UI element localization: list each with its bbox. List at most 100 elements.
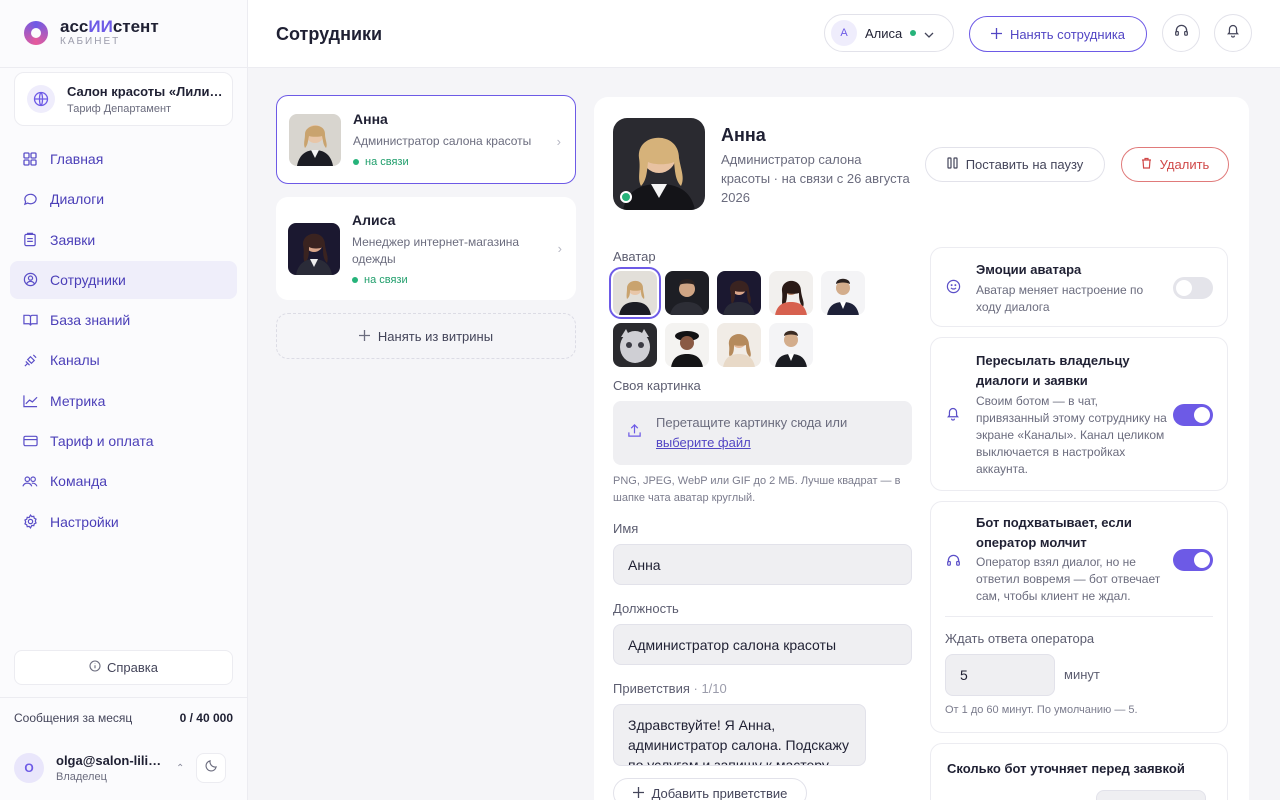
greeting-textarea[interactable]: Здравствуйте! Я Анна, администратор сало… xyxy=(613,704,866,766)
employee-role: Администратор салона красоты xyxy=(353,134,532,148)
setting-pickup: Бот подхватывает, если оператор молчит О… xyxy=(930,501,1228,733)
upload-hint: PNG, JPEG, WebP или GIF до 2 МБ. Лучше к… xyxy=(613,475,901,504)
gear-icon xyxy=(22,514,38,530)
brand-name: ассИИстент xyxy=(60,17,159,36)
brand-logo[interactable]: ассИИстент КАБИНЕТ xyxy=(24,18,159,48)
avatar-option[interactable] xyxy=(665,271,709,315)
chat-icon xyxy=(22,191,38,207)
nav-item-team[interactable]: Команда xyxy=(10,462,237,500)
help-button[interactable]: Справка xyxy=(14,650,233,685)
delete-button[interactable]: Удалить xyxy=(1121,147,1229,182)
theme-toggle-button[interactable] xyxy=(196,753,227,783)
emotions-toggle[interactable] xyxy=(1173,277,1213,299)
greetings-label: Приветствия · 1/10 xyxy=(613,681,727,696)
nav-item-requests[interactable]: Заявки xyxy=(10,221,237,259)
employee-name: Анна xyxy=(353,111,388,127)
setting-desc: Оператор взял диалог, но не ответил вовр… xyxy=(976,555,1161,603)
agent-avatar: А xyxy=(831,20,857,46)
employee-subtitle: Администратор салона красоты · на связи … xyxy=(721,152,910,205)
forward-toggle[interactable] xyxy=(1173,404,1213,426)
avatar-option[interactable] xyxy=(821,271,865,315)
employee-card-anna[interactable]: Анна Администратор салона красоты на свя… xyxy=(276,95,576,184)
page-title: Сотрудники xyxy=(276,24,383,44)
avatar-option[interactable] xyxy=(613,323,657,367)
agent-switcher[interactable]: А Алиса xyxy=(824,14,954,52)
image-dropzone[interactable]: Перетащите картинку сюда или выберите фа… xyxy=(613,401,912,465)
clarify-input[interactable] xyxy=(1096,790,1206,800)
upload-icon xyxy=(627,423,642,443)
divider xyxy=(0,697,248,698)
user-role: Владелец xyxy=(56,771,107,783)
wait-hint: От 1 до 60 минут. По умолчанию — 5. xyxy=(945,704,1138,716)
nav-item-home[interactable]: Главная xyxy=(10,140,237,178)
nav-label: Заявки xyxy=(50,231,96,248)
plus-icon xyxy=(990,27,1002,42)
status-badge: на связи xyxy=(353,156,543,168)
avatar-option[interactable] xyxy=(769,271,813,315)
nav-label: Настройки xyxy=(50,513,119,530)
plus-icon xyxy=(632,786,644,800)
chart-line-icon xyxy=(22,393,38,409)
logo-icon xyxy=(24,21,48,45)
employee-card-alisa[interactable]: Алиса Менеджер интернет-магазина одежды … xyxy=(276,197,576,300)
online-indicator xyxy=(620,191,632,203)
nav-item-metrics[interactable]: Метрика xyxy=(10,382,237,420)
notifications-button[interactable] xyxy=(1214,14,1252,52)
avatar-option[interactable] xyxy=(717,271,761,315)
bell-icon xyxy=(1226,23,1240,43)
nav-label: Главная xyxy=(50,151,104,167)
nav-item-employees[interactable]: Сотрудники xyxy=(10,260,237,299)
nav-item-channels[interactable]: Каналы xyxy=(10,341,237,379)
setting-title: Эмоции аватара xyxy=(976,262,1082,277)
avatar-option[interactable] xyxy=(769,323,813,367)
plus-icon xyxy=(358,329,370,344)
employee-role: Менеджер интернет-магазина одежды xyxy=(352,234,520,266)
trash-icon xyxy=(1141,157,1152,172)
employee-name: Алиса xyxy=(352,211,396,228)
employee-photo xyxy=(288,222,340,275)
name-field[interactable]: Анна xyxy=(613,544,912,585)
hire-employee-button[interactable]: Нанять сотрудника xyxy=(969,16,1147,52)
globe-icon xyxy=(27,85,55,113)
own-picture-label: Своя картинка xyxy=(613,378,701,393)
nav-item-knowledge[interactable]: База знаний xyxy=(10,301,237,339)
setting-forward: Пересылать владельцу диалоги и заявки Св… xyxy=(930,337,1228,491)
add-greeting-button[interactable]: Добавить приветствие xyxy=(613,778,807,800)
nav-item-settings[interactable]: Настройки xyxy=(10,503,237,541)
support-button[interactable] xyxy=(1162,14,1200,52)
setting-title: Бот подхватывает, если оператор молчит xyxy=(976,515,1132,550)
add-greeting-label: Добавить приветствие xyxy=(651,785,788,800)
user-circle-icon xyxy=(22,272,38,288)
setting-title: Сколько бот уточняет перед заявкой xyxy=(947,761,1185,776)
nav-label: Команда xyxy=(50,473,108,490)
wait-minutes-input[interactable]: 5 xyxy=(945,654,1055,696)
avatar-option[interactable] xyxy=(717,323,761,367)
chevron-up-icon: ⌃ xyxy=(176,762,185,774)
avatar-option[interactable] xyxy=(665,323,709,367)
satellite-icon xyxy=(22,352,38,368)
nav-item-dialogs[interactable]: Диалоги xyxy=(10,180,237,218)
pickup-toggle[interactable] xyxy=(1173,549,1213,571)
pause-button[interactable]: Поставить на паузу xyxy=(925,147,1105,182)
divider xyxy=(945,616,1213,617)
hire-label: Нанять сотрудника xyxy=(1009,26,1126,42)
book-icon xyxy=(22,312,38,328)
role-field[interactable]: Администратор салона красоты xyxy=(613,624,912,665)
team-icon xyxy=(22,473,38,489)
info-icon xyxy=(89,660,101,675)
avatar-option[interactable] xyxy=(609,267,661,319)
user-menu[interactable]: O olga@salon-liliya.ru Владелец ⌃ xyxy=(14,748,233,788)
hire-from-showcase-button[interactable]: Нанять из витрины xyxy=(276,313,576,359)
org-switcher[interactable]: Салон красоты «Лилия» Тариф Департамент xyxy=(14,72,233,126)
org-plan: Тариф Департамент xyxy=(67,102,172,115)
choose-file-link[interactable]: выберите файл xyxy=(656,433,847,453)
main-nav: Главная Диалоги Заявки Сотрудники База з… xyxy=(10,140,237,543)
headset-icon xyxy=(946,553,961,571)
chevron-right-icon: › xyxy=(557,241,562,256)
nav-label: Каналы xyxy=(50,352,100,369)
employee-photo xyxy=(289,113,341,166)
nav-label: База знаний xyxy=(50,312,131,329)
role-label: Должность xyxy=(613,601,679,616)
avatar: O xyxy=(14,753,44,783)
nav-item-billing[interactable]: Тариф и оплата xyxy=(10,422,237,460)
